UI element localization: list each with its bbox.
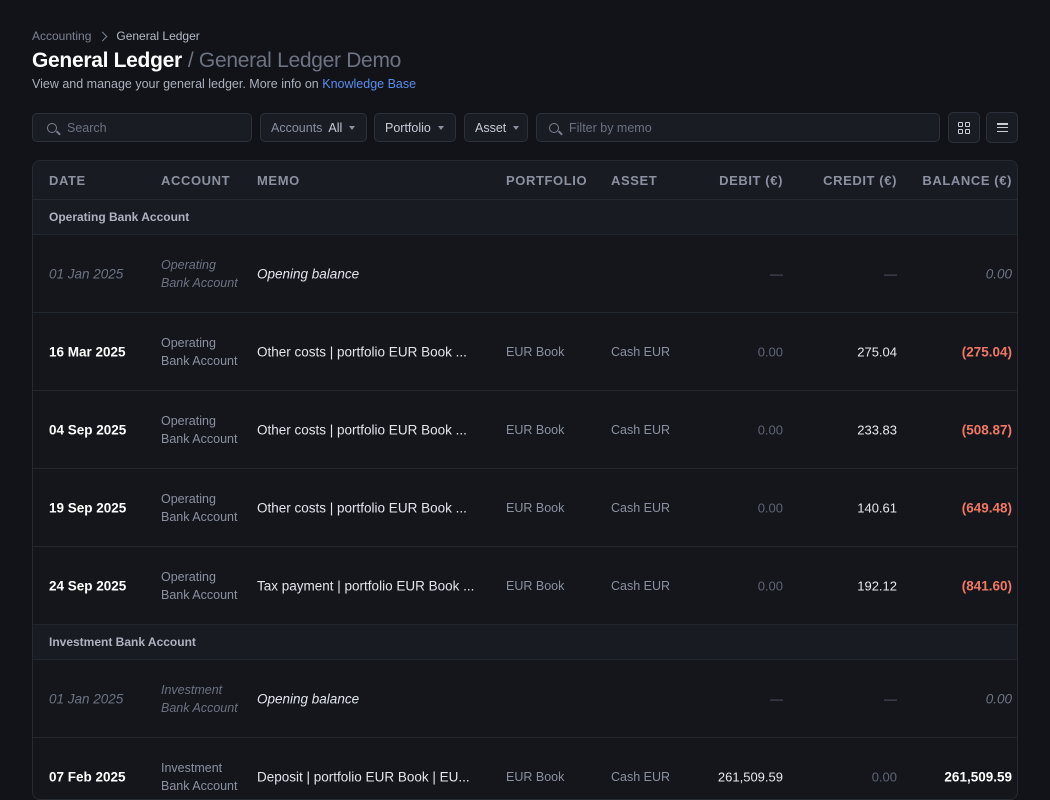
column-header-credit[interactable]: CREDIT (€) [797, 173, 897, 188]
row-credit: — [884, 691, 897, 706]
accounts-filter-label: Accounts [271, 120, 323, 135]
chevron-down-icon [349, 125, 356, 130]
row-account: Operating Bank Account [161, 413, 238, 446]
row-credit: 140.61 [857, 500, 897, 515]
row-memo: Other costs | portfolio EUR Book ... [257, 422, 467, 437]
column-header-portfolio[interactable]: PORTFOLIO [506, 173, 587, 188]
ledger-table: DATE ACCOUNT MEMO PORTFOLIO ASSET DEBIT … [32, 160, 1018, 800]
portfolio-filter[interactable]: Portfolio [374, 113, 456, 142]
group-header: Investment Bank Account [33, 625, 1017, 660]
row-account: Operating Bank Account [161, 335, 238, 368]
row-balance: 0.00 [985, 266, 1012, 281]
row-debit: 0.00 [757, 422, 783, 437]
row-memo: Other costs | portfolio EUR Book ... [257, 500, 467, 515]
row-date: 07 Feb 2025 [49, 769, 126, 784]
chevron-down-icon [437, 125, 444, 130]
row-credit: 0.00 [871, 769, 897, 784]
group-header: Operating Bank Account [33, 200, 1017, 235]
row-account: Operating Bank Account [161, 257, 238, 290]
asset-filter[interactable]: Asset [464, 113, 528, 142]
table-row[interactable]: 19 Sep 2025 Operating Bank Account Other… [33, 469, 1017, 547]
column-header-asset[interactable]: ASSET [611, 173, 657, 188]
page-title: General Ledger [32, 49, 182, 72]
breadcrumb-parent[interactable]: Accounting [32, 29, 91, 43]
row-portfolio: EUR Book [506, 344, 565, 359]
search-placeholder: Search [67, 120, 107, 135]
title-row: General Ledger / General Ledger Demo [32, 49, 401, 73]
chevron-down-icon [513, 125, 520, 130]
list-view-button[interactable] [986, 112, 1018, 143]
row-debit: 261,509.59 [717, 769, 783, 784]
table-row[interactable]: 04 Sep 2025 Operating Bank Account Other… [33, 391, 1017, 469]
list-view-icon [996, 123, 1008, 132]
row-portfolio: EUR Book [506, 578, 565, 593]
row-portfolio: EUR Book [506, 500, 565, 515]
search-icon [549, 122, 559, 133]
row-debit: — [770, 691, 783, 706]
description-text: View and manage your general ledger. Mor… [32, 77, 319, 91]
asset-filter-label: Asset [475, 120, 507, 135]
page-subtitle: / General Ledger Demo [187, 49, 402, 72]
table-row[interactable]: 01 Jan 2025 Operating Bank Account Openi… [33, 235, 1017, 313]
row-memo: Tax payment | portfolio EUR Book ... [257, 578, 475, 593]
row-balance: (649.48) [961, 500, 1012, 515]
accounts-filter-value: All [328, 120, 343, 135]
row-date: 01 Jan 2025 [49, 691, 124, 706]
row-memo: Other costs | portfolio EUR Book ... [257, 344, 467, 359]
column-header-memo[interactable]: MEMO [257, 173, 300, 188]
row-balance: (275.04) [961, 344, 1012, 359]
column-header-debit[interactable]: DEBIT (€) [683, 173, 783, 188]
row-portfolio: EUR Book [506, 422, 565, 437]
column-header-balance[interactable]: BALANCE (€) [912, 173, 1012, 188]
breadcrumb-current: General Ledger [116, 29, 200, 43]
row-memo: Deposit | portfolio EUR Book | EU... [257, 769, 470, 784]
table-row[interactable]: 24 Sep 2025 Operating Bank Account Tax p… [33, 547, 1017, 625]
row-balance: 0.00 [985, 691, 1012, 706]
memo-filter-placeholder: Filter by memo [569, 120, 652, 135]
group-label: Investment Bank Account [49, 635, 196, 649]
row-account: Operating Bank Account [161, 569, 238, 602]
memo-filter-input[interactable]: Filter by memo [536, 113, 940, 142]
row-debit: 0.00 [757, 344, 783, 359]
portfolio-filter-label: Portfolio [385, 120, 431, 135]
row-credit: 275.04 [857, 344, 897, 359]
row-memo: Opening balance [257, 266, 360, 281]
row-balance: (508.87) [961, 422, 1012, 437]
row-account: Operating Bank Account [161, 491, 238, 524]
row-credit: — [884, 266, 897, 281]
page-description: View and manage your general ledger. Mor… [32, 77, 416, 91]
row-debit: 0.00 [757, 500, 783, 515]
toolbar: Search Accounts All Portfolio Asset Filt… [32, 112, 1018, 144]
table-header: DATE ACCOUNT MEMO PORTFOLIO ASSET DEBIT … [33, 161, 1017, 200]
breadcrumb: Accounting General Ledger [32, 29, 200, 43]
knowledge-base-link[interactable]: Knowledge Base [322, 77, 416, 91]
row-credit: 233.83 [857, 422, 897, 437]
grid-view-icon [958, 121, 970, 134]
accounts-filter[interactable]: Accounts All [260, 113, 367, 142]
row-date: 16 Mar 2025 [49, 344, 126, 359]
row-balance: (841.60) [961, 578, 1012, 593]
row-account: Investment Bank Account [161, 760, 238, 793]
grid-view-button[interactable] [948, 112, 980, 143]
table-row[interactable]: 07 Feb 2025 Investment Bank Account Depo… [33, 738, 1017, 799]
table-row[interactable]: 01 Jan 2025 Investment Bank Account Open… [33, 660, 1017, 738]
search-icon [47, 122, 57, 133]
search-input[interactable]: Search [32, 113, 252, 142]
row-account: Investment Bank Account [161, 682, 238, 715]
row-date: 04 Sep 2025 [49, 422, 127, 437]
row-date: 24 Sep 2025 [49, 578, 127, 593]
column-header-account[interactable]: ACCOUNT [161, 173, 230, 188]
row-date: 19 Sep 2025 [49, 500, 127, 515]
column-header-date[interactable]: DATE [49, 173, 86, 188]
row-memo: Opening balance [257, 691, 360, 706]
table-row[interactable]: 16 Mar 2025 Operating Bank Account Other… [33, 313, 1017, 391]
row-debit: — [770, 266, 783, 281]
row-date: 01 Jan 2025 [49, 266, 124, 281]
row-portfolio: EUR Book [506, 769, 565, 784]
chevron-right-icon [97, 31, 108, 41]
row-balance: 261,509.59 [944, 769, 1012, 784]
group-label: Operating Bank Account [49, 210, 190, 224]
row-credit: 192.12 [857, 578, 897, 593]
row-debit: 0.00 [757, 578, 783, 593]
